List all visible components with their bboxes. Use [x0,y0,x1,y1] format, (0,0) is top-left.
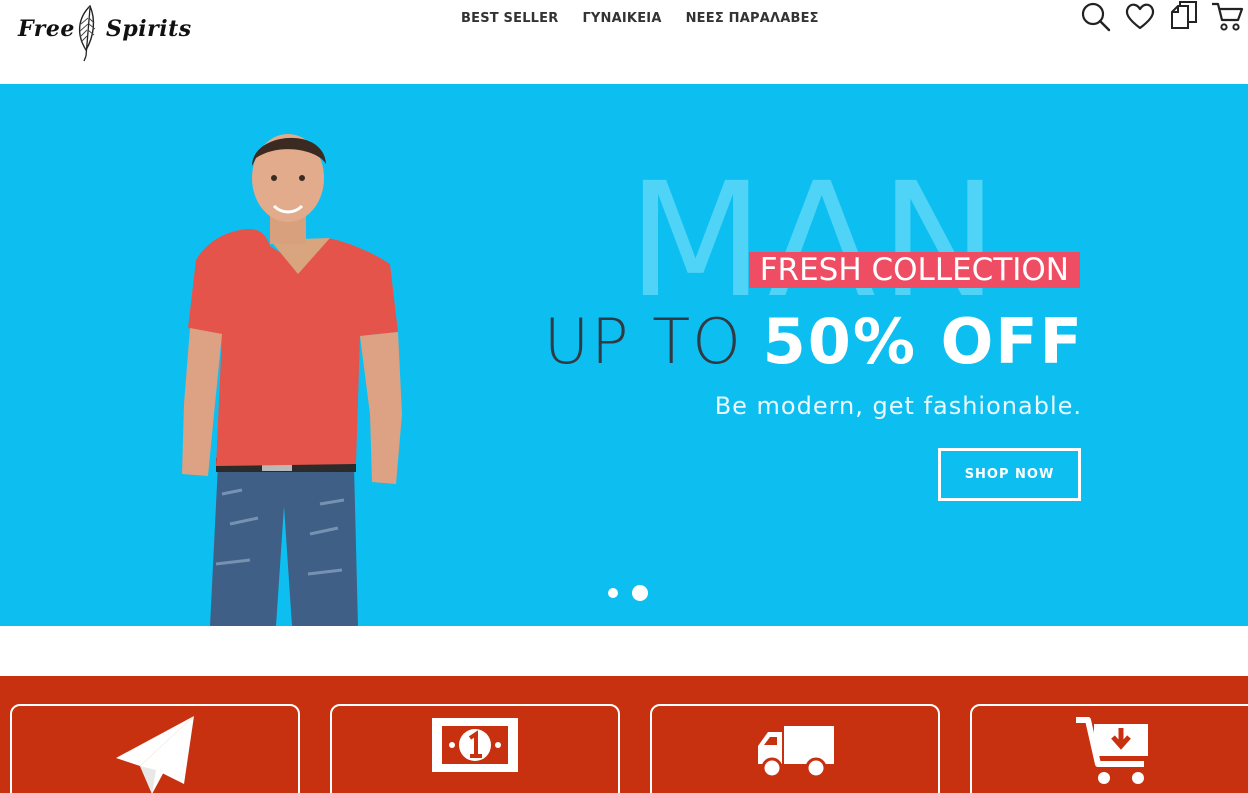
paper-plane-icon [116,716,194,793]
site-logo[interactable]: Free Spirits [16,4,191,62]
header-icons [1076,0,1248,36]
hero-tag: FRESH COLLECTION [748,252,1080,288]
slider-dot-2-active[interactable] [632,585,648,601]
hero-headline-bold: 50% OFF [762,305,1084,378]
delivery-truck-icon [758,726,834,779]
model-image [182,134,402,626]
cart-download-icon [1076,717,1148,784]
shop-now-button[interactable]: SHOP NOW [938,448,1081,501]
banknote-icon [432,718,518,772]
feather-icon [79,4,96,62]
nav-item-new-arrivals[interactable]: ΝΕΕΣ ΠΑΡΑΛΑΒΕΣ [686,11,819,26]
slider-pagination [608,585,648,601]
feature-card-shipping [10,704,300,793]
hero-headline: UP TO 50% OFF [544,306,1084,378]
main-nav: BEST SELLER ΓΥΝΑΙΚΕΙΑ ΝΕΕΣ ΠΑΡΑΛΑΒΕΣ [461,11,819,26]
logo-word-spirits: Spirits [106,16,192,42]
hero-headline-light: UP TO [543,305,743,378]
nav-item-best-seller[interactable]: BEST SELLER [461,11,558,26]
heart-icon[interactable] [1122,0,1158,34]
compare-icon[interactable] [1166,0,1202,34]
nav-item-women[interactable]: ΓΥΝΑΙΚΕΙΑ [582,11,661,26]
cart-icon[interactable] [1210,0,1246,34]
features-band [0,676,1248,793]
hero-slider: MAN FRESH COLLECTION UP TO 50% OFF Be mo… [0,84,1248,626]
site-header: Free Spirits BEST SELLER ΓΥΝΑΙΚΕΙΑ ΝΕΕΣ … [0,0,1248,84]
slider-dot-1[interactable] [608,588,618,598]
feature-card-payment [330,704,620,793]
hero-subtitle: Be modern, get fashionable. [714,392,1082,420]
logo-word-free: Free [18,16,75,42]
feature-card-delivery [650,704,940,793]
search-icon[interactable] [1078,0,1114,34]
feature-card-cart [970,704,1248,793]
hero-background-word: MAN [627,149,1002,333]
